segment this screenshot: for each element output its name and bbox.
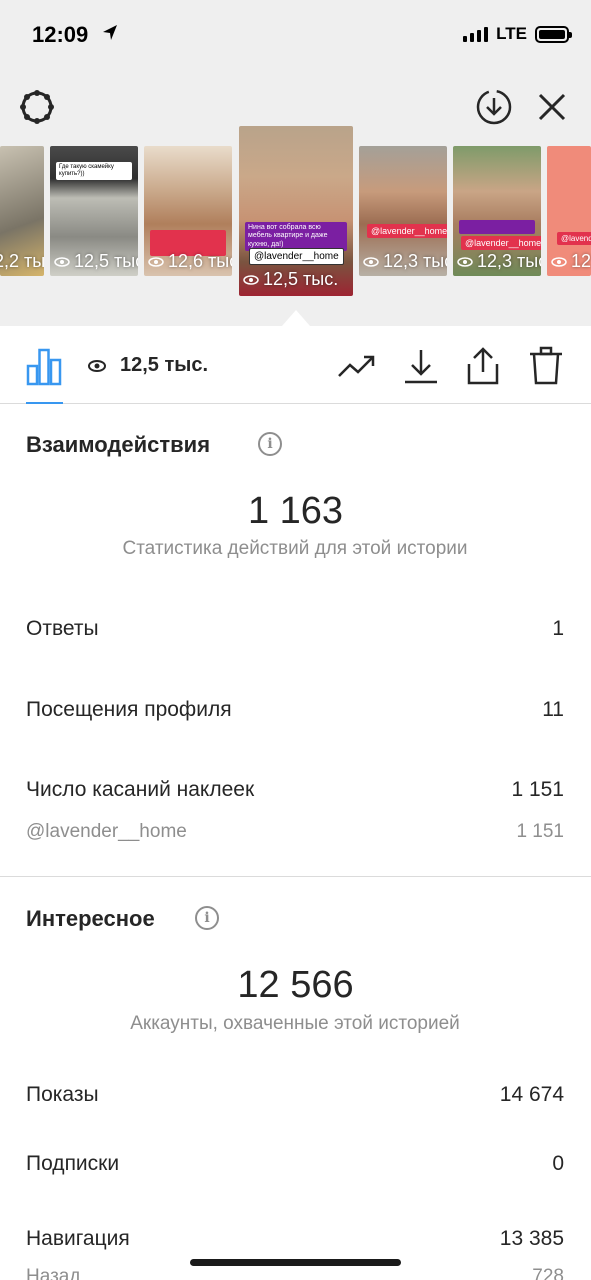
replies-label: Ответы: [26, 617, 99, 640]
impressions-label: Показы: [26, 1083, 99, 1106]
navigation-label: Навигация: [26, 1227, 130, 1250]
interactions-caption: Статистика действий для этой истории: [122, 538, 468, 559]
story-caption-sticker: Где такую скамейку купить?)): [56, 162, 132, 181]
story-thumbnail[interactable]: @lavender 12: [547, 146, 591, 276]
story-thumbnail[interactable]: @lavender__home 12,3 тыс.: [359, 146, 447, 276]
download-icon[interactable]: [401, 346, 441, 386]
story-thumbnail[interactable]: Где такую скамейку купить?)) 12,5 тыс.: [50, 146, 138, 276]
save-story-icon[interactable]: [475, 88, 513, 126]
story-thumbnail[interactable]: 12,6 тыс.: [144, 146, 232, 276]
location-arrow-icon: [103, 25, 117, 40]
story-caption-sticker: [459, 220, 535, 234]
thumbnail-views: 12,3 тыс.: [363, 251, 447, 272]
story-thumbnail[interactable]: 2,2 тыс.: [0, 146, 44, 276]
thumbnail-views: 12,6 тыс.: [148, 251, 232, 272]
share-icon[interactable]: [463, 346, 503, 386]
mention-sticker: @lavender: [557, 232, 591, 245]
eye-icon: [457, 256, 473, 267]
network-type: LTE: [496, 24, 527, 43]
follows-value: 0: [552, 1152, 564, 1175]
eye-icon: [54, 256, 70, 267]
back-value: 728: [532, 1266, 564, 1280]
discovery-total: 12 566: [237, 964, 354, 1006]
profile-visits-label: Посещения профиля: [26, 698, 232, 721]
story-thumbnail-selected[interactable]: Нина вот собрала всю мебель квартире и д…: [239, 126, 353, 296]
views-summary: 12,5 тыс.: [88, 354, 208, 377]
views-value: 12,5 тыс.: [120, 354, 209, 376]
home-indicator[interactable]: [190, 1259, 401, 1266]
sticker-taps-value: 1 151: [511, 778, 564, 801]
delete-trash-icon[interactable]: [526, 346, 566, 386]
section-divider: [0, 876, 591, 877]
insights-toolbar: 12,5 тыс.: [0, 326, 591, 404]
story-thumbnails-strip[interactable]: 2,2 тыс. Где такую скамейку купить?)) 12…: [0, 126, 591, 302]
eye-icon: [363, 256, 379, 267]
thumbnail-views: 12,5 тыс.: [243, 269, 338, 290]
status-time: 12:09: [32, 22, 89, 47]
interactions-total: 1 163: [247, 490, 344, 532]
eye-icon: [148, 256, 164, 267]
eye-icon: [88, 359, 106, 372]
back-label: Назад: [26, 1266, 81, 1280]
discovery-caption: Аккаунты, охваченные этой историей: [130, 1013, 460, 1034]
story-thumbnail[interactable]: @lavender__home 12,3 тыс.: [453, 146, 541, 276]
profile-visits-value: 11: [542, 698, 564, 721]
mention-sticker: @lavender__home: [461, 236, 541, 250]
bar-chart-icon[interactable]: [26, 346, 62, 386]
thumbnail-views: 12,5 тыс.: [54, 251, 138, 272]
mention-sticker: @lavender__home: [249, 248, 344, 265]
info-icon[interactable]: i: [195, 906, 219, 930]
settings-gear-icon[interactable]: [18, 88, 56, 126]
replies-value: 1: [552, 617, 564, 640]
mention-sticker-label: @lavender__home: [26, 821, 187, 842]
interactions-title: Взаимодействия: [26, 432, 211, 457]
thumbnail-views: 12,3 тыс.: [457, 251, 541, 272]
active-tab-indicator: [26, 402, 63, 404]
thumbnail-views: 2,2 тыс.: [0, 251, 44, 271]
info-icon[interactable]: i: [258, 432, 282, 456]
eye-icon: [243, 274, 259, 285]
insights-panel: 12,5 тыс. Взаимодействия i 1 163 Статист…: [0, 326, 591, 1280]
mention-sticker: @lavender__home: [367, 224, 447, 238]
selected-pointer: [282, 310, 310, 326]
battery-icon: [535, 25, 572, 43]
status-indicators: LTE: [463, 24, 572, 44]
sticker-taps-label: Число касаний наклеек: [26, 778, 255, 801]
navigation-value: 13 385: [499, 1227, 564, 1250]
impressions-value: 14 674: [499, 1083, 564, 1106]
close-icon[interactable]: [535, 90, 569, 124]
eye-icon: [551, 256, 567, 267]
story-caption-sticker: Нина вот собрала всю мебель квартире и д…: [245, 222, 347, 252]
follows-label: Подписки: [26, 1152, 120, 1175]
story-preview-header: 12:09 LTE 2,2 тыс.: [0, 0, 591, 326]
mention-sticker-value: 1 151: [516, 821, 564, 842]
signal-icon: [463, 26, 489, 42]
discovery-title: Интересное: [26, 906, 155, 931]
trending-icon[interactable]: [337, 346, 377, 386]
status-bar: 12:09 LTE: [0, 0, 591, 70]
thumbnail-views: 12: [551, 251, 591, 272]
